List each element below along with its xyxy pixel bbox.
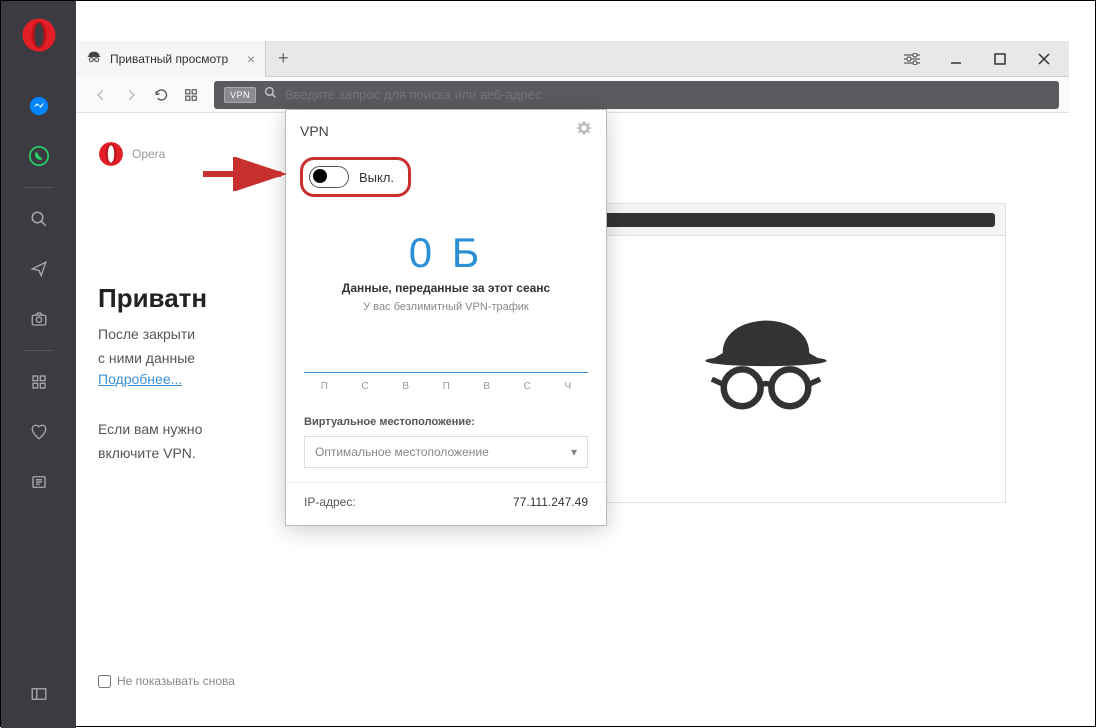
tab-private[interactable]: Приватный просмотр × [76, 41, 266, 77]
opera-logo[interactable] [21, 17, 57, 53]
url-input[interactable] [285, 87, 1049, 102]
news-icon[interactable] [25, 468, 53, 496]
window-controls [899, 41, 1069, 77]
vpn-toggle[interactable] [309, 166, 349, 188]
search-icon [264, 86, 277, 104]
chevron-down-icon: ▾ [571, 445, 577, 459]
vpn-title: VPN [300, 123, 329, 139]
heart-icon[interactable] [25, 418, 53, 446]
page-paragraph: Если вам нужно [98, 418, 202, 440]
location-select[interactable]: Оптимальное местоположение ▾ [304, 436, 588, 468]
address-bar: VPN [76, 77, 1069, 113]
forward-button[interactable] [116, 80, 146, 110]
opera-logo-icon [98, 141, 124, 167]
page-logo: Opera [98, 141, 165, 167]
speed-dial-icon[interactable] [25, 368, 53, 396]
easy-setup-icon[interactable] [899, 46, 925, 72]
page-paragraph: После закрыти [98, 323, 195, 345]
arrow-annotation [201, 157, 296, 191]
page-heading: Приватн [98, 283, 207, 314]
vpn-chart [304, 343, 588, 373]
page-paragraph: включите VPN. [98, 442, 196, 464]
gear-icon[interactable] [576, 120, 592, 141]
ip-value: 77.111.247.49 [513, 495, 588, 509]
sidebar [1, 1, 76, 728]
toggle-label: Выкл. [359, 170, 394, 185]
vpn-days-axis: П С В П В С Ч [304, 381, 588, 392]
url-bar[interactable]: VPN [214, 81, 1059, 109]
back-button[interactable] [86, 80, 116, 110]
search-icon[interactable] [25, 205, 53, 233]
vpn-data-sublabel: У вас безлимитный VPN-трафик [300, 301, 592, 313]
vpn-data-value: 0 Б [300, 229, 592, 277]
whatsapp-icon[interactable] [25, 142, 53, 170]
maximize-button[interactable] [987, 46, 1013, 72]
tab-title: Приватный просмотр [110, 52, 228, 66]
divider [24, 350, 54, 351]
expand-sidebar-icon[interactable] [25, 680, 53, 708]
close-button[interactable] [1031, 46, 1057, 72]
checkbox-label: Не показывать снова [117, 674, 235, 688]
send-icon[interactable] [25, 255, 53, 283]
vpn-data-label: Данные, переданные за этот сеанс [300, 281, 592, 295]
vpn-popup: VPN Выкл. 0 Б Данные, переданные за этот… [285, 109, 607, 526]
preview-url-bar [599, 213, 995, 227]
messenger-icon[interactable] [25, 92, 53, 120]
highlight-annotation: Выкл. [300, 157, 411, 197]
checkbox[interactable] [98, 675, 111, 688]
close-icon[interactable]: × [247, 51, 255, 67]
divider [24, 187, 54, 188]
learn-more-link[interactable]: Подробнее... [98, 371, 182, 387]
dont-show-checkbox[interactable]: Не показывать снова [98, 674, 235, 688]
new-tab-button[interactable]: + [266, 48, 301, 69]
location-value: Оптимальное местоположение [315, 445, 489, 459]
incognito-icon [86, 50, 102, 67]
logo-text: Opera [132, 147, 165, 161]
ip-label: IP-адрес: [304, 495, 356, 509]
reload-button[interactable] [146, 80, 176, 110]
camera-icon[interactable] [25, 305, 53, 333]
minimize-button[interactable] [943, 46, 969, 72]
speed-dial-button[interactable] [176, 80, 206, 110]
incognito-icon [701, 312, 831, 420]
location-label: Виртуальное местоположение: [304, 416, 588, 428]
vpn-badge[interactable]: VPN [224, 87, 256, 103]
page-paragraph: с ними данные [98, 347, 195, 369]
